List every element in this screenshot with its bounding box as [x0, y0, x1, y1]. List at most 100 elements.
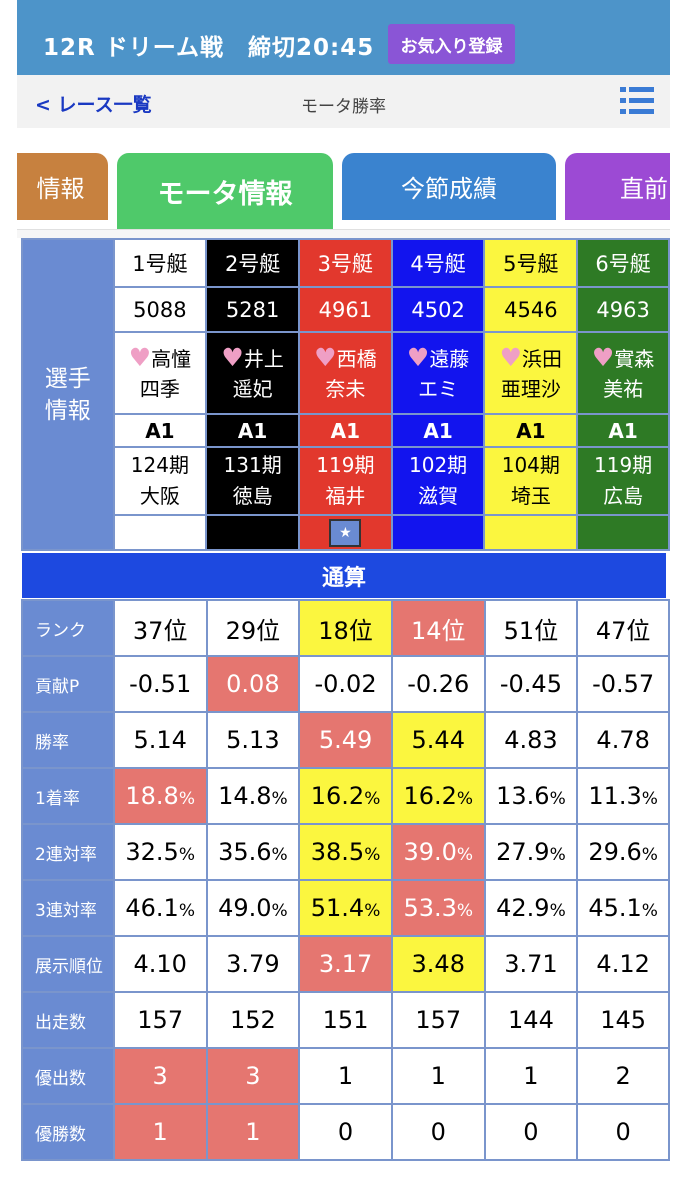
stats-value-cell: 42.9%	[483, 879, 579, 937]
stats-value: 32.5	[125, 838, 179, 866]
boat-label: 5号艇	[483, 238, 579, 288]
stats-row-label: 勝率	[21, 711, 115, 769]
stats-value-cell: 3	[112, 1047, 208, 1105]
boat-label: 3号艇	[298, 238, 393, 288]
stats-row-label: 優出数	[21, 1047, 115, 1105]
stats-value-cell: 14位	[390, 599, 486, 657]
heart-icon[interactable]: ♥	[314, 343, 336, 372]
stats-value: 53.3	[403, 894, 457, 922]
stats-value-cell: 3.71	[483, 935, 579, 993]
stats-row-label: 展示順位	[21, 935, 115, 993]
sub-navigation: < レース一覧 モータ勝率	[17, 75, 670, 128]
stats-value: 4.12	[596, 950, 650, 978]
heart-icon[interactable]: ♥	[500, 343, 522, 372]
stats-value: 2	[615, 1062, 631, 1090]
stats-value-cell: -0.26	[390, 655, 486, 713]
heart-icon[interactable]: ♥	[129, 343, 151, 372]
marker-cell	[112, 514, 208, 551]
percent-sign: %	[641, 901, 658, 921]
stats-value: 46.1	[125, 894, 179, 922]
stats-value-cell: 45.1%	[576, 879, 670, 937]
stats-value: 29.6	[588, 838, 642, 866]
stats-value: -0.02	[314, 670, 377, 698]
tab-season-results[interactable]: 今節成績	[342, 153, 556, 220]
stats-value: -0.26	[407, 670, 470, 698]
stats-value-cell: 157	[112, 991, 208, 1049]
stats-value-cell: 0	[483, 1103, 579, 1161]
stats-value: 0	[615, 1118, 631, 1146]
stats-row-top2-rate: 2連対率 32.5% 35.6% 38.5% 39.0% 27.9% 29.6%	[21, 823, 670, 881]
stats-value: 51.4	[310, 894, 365, 922]
stats-value: 11.3	[588, 782, 642, 810]
player-name[interactable]: ♥浜田 亜理沙	[483, 331, 579, 415]
stats-value: 42.9	[496, 894, 550, 922]
stats-value-cell: 51.4%	[298, 879, 393, 937]
stats-row-label: ランク	[21, 599, 115, 657]
stats-row-contribution: 貢献P -0.51 0.08 -0.02 -0.26 -0.45 -0.57	[21, 655, 670, 713]
stats-value-cell: 27.9%	[483, 823, 579, 881]
stats-value: 38.5	[310, 838, 365, 866]
stats-value-cell: 53.3%	[390, 879, 486, 937]
stats-row-wins: 優勝数 1 1 0 0 0 0	[21, 1103, 670, 1161]
percent-sign: %	[271, 789, 288, 809]
list-menu-icon[interactable]	[620, 85, 654, 117]
player-grade: A1	[483, 413, 579, 448]
stats-value: 0	[523, 1118, 539, 1146]
player-name[interactable]: ♥井上 遥妃	[205, 331, 300, 415]
stats-row-exhibition-order: 展示順位 4.10 3.79 3.17 3.48 3.71 4.12	[21, 935, 670, 993]
stats-value: 145	[600, 1006, 647, 1034]
stats-value-cell: -0.45	[483, 655, 579, 713]
stats-value: 27.9	[496, 838, 550, 866]
heart-icon[interactable]: ♥	[592, 343, 614, 372]
player-name[interactable]: ♥西橋 奈未	[298, 331, 393, 415]
stats-row-win-rate: 勝率 5.14 5.13 5.49 5.44 4.83 4.78	[21, 711, 670, 769]
tab-direct[interactable]: 直前	[565, 153, 670, 220]
stats-value: 3	[152, 1062, 168, 1090]
tab-motor-info[interactable]: モータ情報	[117, 153, 333, 229]
app-frame: 12R ドリーム戦 締切20:45 お気入り登録 < レース一覧 モータ勝率 情…	[17, 0, 670, 1199]
player-grade: A1	[205, 413, 300, 448]
stats-value-cell: 18.8%	[112, 767, 208, 825]
heart-icon[interactable]: ♥	[407, 343, 429, 372]
stats-value: 1	[523, 1062, 539, 1090]
stats-value: 1	[430, 1062, 446, 1090]
stats-value: 5.13	[226, 726, 280, 754]
stats-value: 13.6	[496, 782, 550, 810]
stats-value: 3.48	[411, 950, 465, 978]
stats-value: 16.2	[403, 782, 457, 810]
stats-value-cell: 51位	[483, 599, 579, 657]
percent-sign: %	[364, 789, 381, 809]
stats-value: 14位	[410, 616, 466, 645]
stats-value: 0.08	[226, 670, 280, 698]
player-info-label: 選手 情報	[21, 238, 115, 551]
stats-value-cell: 1	[112, 1103, 208, 1161]
player-term-branch: 119期 広島	[576, 446, 670, 516]
heart-icon[interactable]: ♥	[221, 343, 243, 372]
stats-value-cell: 5.44	[390, 711, 486, 769]
marker-cell	[205, 514, 300, 551]
favorite-button[interactable]: お気入り登録	[388, 24, 515, 64]
stats-value-cell: 0	[576, 1103, 670, 1161]
stats-value-cell: 35.6%	[205, 823, 301, 881]
player-name[interactable]: ♥實森 美祐	[576, 331, 670, 415]
boat-label: 6号艇	[576, 238, 670, 288]
percent-sign: %	[549, 845, 566, 865]
percent-sign: %	[641, 845, 658, 865]
player-name[interactable]: ♥遠藤 エミ	[390, 331, 486, 415]
stats-row-label: 出走数	[21, 991, 115, 1049]
player-name[interactable]: ♥高憧 四季	[112, 331, 208, 415]
stats-value-cell: 145	[576, 991, 670, 1049]
stats-value-cell: 3	[205, 1047, 301, 1105]
stats-value: 3	[245, 1062, 261, 1090]
stats-value-cell: 5.14	[112, 711, 208, 769]
star-icon: ★	[329, 518, 362, 547]
percent-sign: %	[271, 845, 288, 865]
stats-value-cell: 13.6%	[483, 767, 579, 825]
tab-info[interactable]: 情報	[17, 153, 108, 220]
stats-row-label: 貢献P	[21, 655, 115, 713]
stats-value: 14.8	[218, 782, 272, 810]
percent-sign: %	[456, 845, 474, 865]
stats-value: 16.2	[310, 782, 365, 810]
stats-value: 39.0	[403, 838, 457, 866]
player-grade: A1	[390, 413, 486, 448]
